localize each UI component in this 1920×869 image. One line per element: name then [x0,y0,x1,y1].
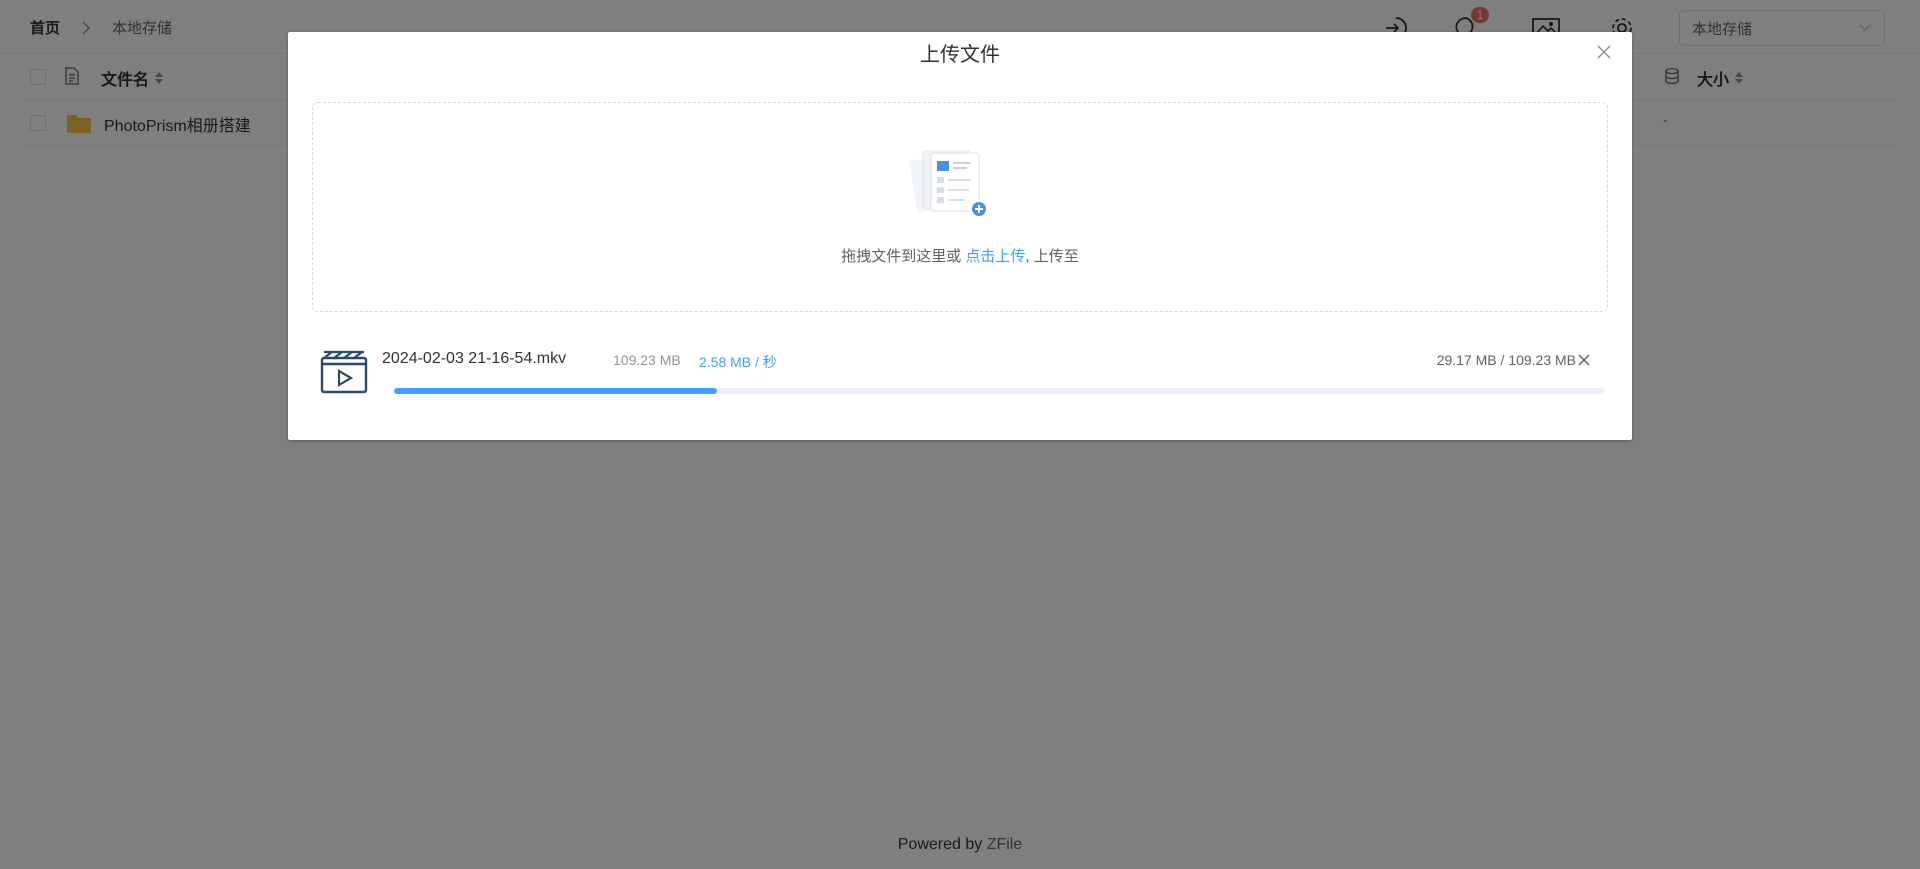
close-icon[interactable] [1592,40,1616,64]
dialog-title: 上传文件 [920,44,1000,66]
dropzone-suffix: , 上传至 [1025,248,1079,265]
upload-file-name: 2024-02-03 21-16-54.mkv [382,350,567,367]
upload-dropzone[interactable]: 拖拽文件到这里或 点击上传, 上传至 [312,102,1608,312]
video-file-icon [320,350,368,394]
upload-progress-fill [394,388,718,394]
upload-progress-text: 29.17 MB / 109.23 MB [1436,352,1576,368]
cancel-upload-icon[interactable] [1576,352,1592,368]
upload-progress-bar [394,388,1604,394]
dropzone-instructions: 拖拽文件到这里或 点击上传, 上传至 [313,245,1607,266]
upload-item: 2024-02-03 21-16-54.mkv 109.23 MB 2.58 M… [312,332,1608,432]
click-upload-link[interactable]: 点击上传 [965,248,1025,265]
dropzone-text: 拖拽文件到这里或 [841,248,966,265]
upload-file-size: 109.23 MB [613,352,681,368]
upload-illustration-icon [909,149,997,221]
upload-speed: 2.58 MB / 秒 [699,354,777,370]
upload-dialog: 上传文件 拖拽文件到这里或 点击上传, 上传至 2024-02-03 21-16… [288,32,1632,440]
